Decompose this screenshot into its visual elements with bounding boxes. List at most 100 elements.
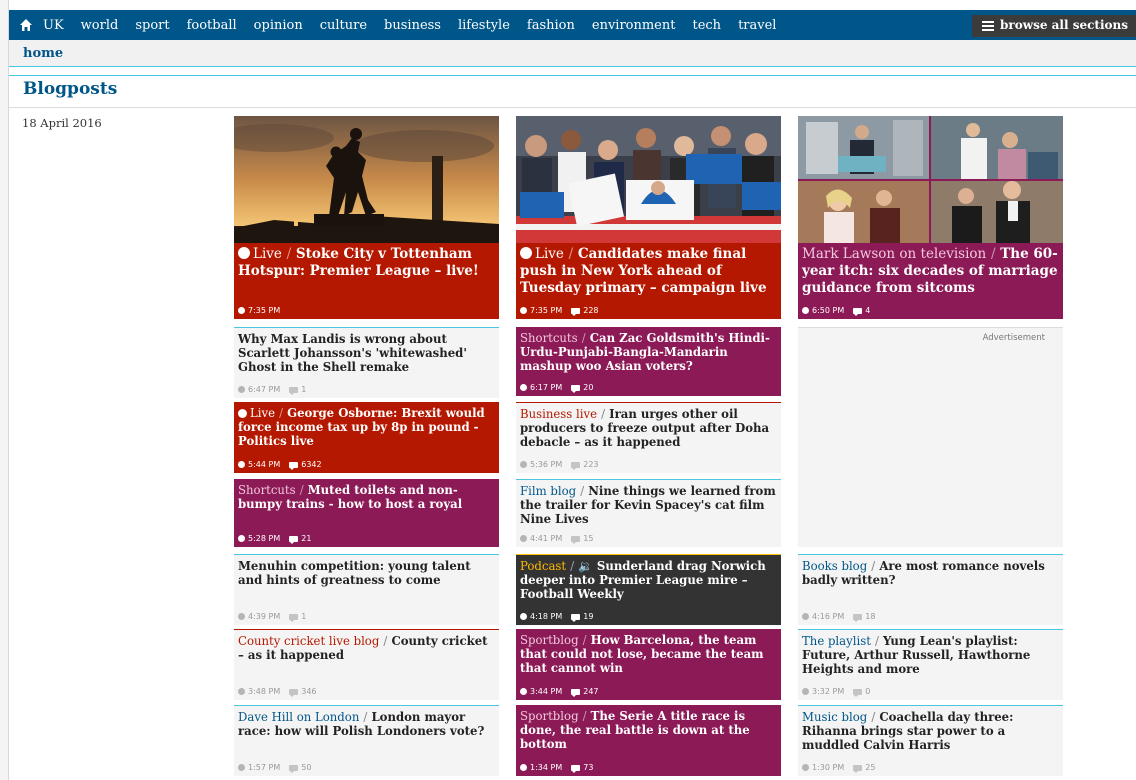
nav-item-travel[interactable]: travel — [738, 18, 776, 33]
story-time: 4:16 PM — [812, 612, 845, 621]
story-comment-count: 25 — [865, 763, 876, 772]
story-kicker: Sportblog — [520, 633, 579, 647]
story-card[interactable]: Books blog / Are most romance novels bad… — [798, 554, 1063, 625]
clock-icon — [520, 384, 527, 391]
nav-item-tech[interactable]: tech — [692, 18, 721, 33]
story-card[interactable]: Mark Lawson on television / The 60-year … — [798, 116, 1063, 319]
comment-icon — [571, 307, 581, 316]
menu-icon — [982, 21, 995, 33]
browse-all-sections-button[interactable]: browse all sections — [972, 15, 1136, 37]
story-card[interactable]: Shortcuts / Muted toilets and non-bumpy … — [234, 479, 499, 547]
story-kicker: Live — [250, 406, 276, 420]
story-headline: Shortcuts / Muted toilets and non-bumpy … — [238, 483, 463, 511]
story-meta: 6:17 PM 20 — [520, 383, 593, 393]
story-meta: 7:35 PM — [238, 306, 280, 315]
story-card[interactable]: Sportblog / How Barcelona, the team that… — [516, 629, 781, 700]
clock-icon — [238, 764, 245, 771]
story-headline: Menuhin competition: young talent and hi… — [238, 559, 471, 587]
comment-icon — [571, 688, 581, 697]
story-card[interactable]: Live / Candidates make final push in New… — [516, 116, 781, 319]
story-card[interactable]: County cricket live blog / County cricke… — [234, 629, 499, 700]
story-meta: 3:32 PM 0 — [802, 687, 871, 697]
clock-icon — [520, 535, 527, 542]
story-meta: 3:48 PM 346 — [238, 687, 317, 697]
advertisement-label: Advertisement — [982, 333, 1045, 343]
comment-icon — [289, 461, 299, 470]
comment-icon — [571, 384, 581, 393]
home-icon[interactable] — [9, 10, 43, 40]
comment-icon — [289, 764, 299, 773]
story-headline: Film blog / Nine things we learned from … — [520, 484, 776, 526]
story-card[interactable]: Why Max Landis is wrong about Scarlett J… — [234, 327, 499, 398]
story-headline: Sportblog / How Barcelona, the team that… — [520, 633, 764, 675]
story-time: 1:30 PM — [812, 763, 845, 772]
comment-icon — [853, 688, 863, 697]
comment-icon — [571, 764, 581, 773]
nav-item-business[interactable]: business — [384, 18, 441, 33]
advertisement-slot[interactable]: Advertisement — [798, 327, 1063, 547]
clock-icon — [238, 613, 245, 620]
clock-icon — [520, 688, 527, 695]
story-card[interactable]: Live / Stoke City v Tottenham Hotspur: P… — [234, 116, 499, 319]
story-kicker: Live — [253, 246, 282, 262]
story-headline: Books blog / Are most romance novels bad… — [802, 559, 1045, 587]
date-heading: 18 April 2016 — [22, 116, 102, 130]
nav-item-culture[interactable]: culture — [320, 18, 367, 33]
live-indicator-icon — [520, 247, 532, 259]
comment-icon — [571, 613, 581, 622]
story-image — [798, 116, 1063, 243]
nav-item-uk[interactable]: UK — [43, 18, 64, 33]
nav-item-lifestyle[interactable]: lifestyle — [458, 18, 510, 33]
story-card[interactable]: Menuhin competition: young talent and hi… — [234, 554, 499, 625]
story-card[interactable]: Sportblog / The Serie A title race is do… — [516, 705, 781, 776]
story-card[interactable]: Dave Hill on London / London mayor race:… — [234, 705, 499, 776]
clock-icon — [238, 386, 245, 393]
story-card[interactable]: Live / George Osborne: Brexit would forc… — [234, 402, 499, 473]
comment-icon — [571, 461, 581, 470]
nav-item-opinion[interactable]: opinion — [254, 18, 303, 33]
story-time: 7:35 PM — [530, 306, 563, 315]
clock-icon — [520, 613, 527, 620]
story-kicker: Film blog — [520, 484, 577, 498]
story-meta: 7:35 PM 228 — [520, 306, 599, 316]
story-card[interactable]: The playlist / Yung Lean's playlist: Fut… — [798, 629, 1063, 700]
story-card[interactable]: Podcast / 🔉 Sunderland drag Norwich deep… — [516, 554, 781, 625]
live-indicator-icon — [238, 247, 250, 259]
comment-icon — [853, 764, 863, 773]
story-meta: 1:30 PM 25 — [802, 763, 876, 773]
nav-item-environment[interactable]: environment — [592, 18, 676, 33]
story-headline: Podcast / 🔉 Sunderland drag Norwich deep… — [520, 559, 766, 601]
story-comment-count: 0 — [865, 687, 871, 696]
story-card[interactable]: Music blog / Coachella day three: Rihann… — [798, 705, 1063, 776]
nav-item-world[interactable]: world — [81, 18, 119, 33]
clock-icon — [520, 461, 527, 468]
comment-icon — [289, 613, 299, 622]
story-time: 4:18 PM — [530, 612, 563, 621]
nav-item-sport[interactable]: sport — [135, 18, 169, 33]
story-comment-count: 18 — [865, 612, 876, 621]
story-meta: 4:16 PM 18 — [802, 612, 876, 622]
story-meta: 1:57 PM 50 — [238, 763, 311, 773]
nav-item-football[interactable]: football — [187, 18, 237, 33]
nav-item-fashion[interactable]: fashion — [527, 18, 575, 33]
story-time: 5:36 PM — [530, 460, 563, 469]
story-card[interactable]: Shortcuts / Can Zac Goldsmith's Hindi-Ur… — [516, 327, 781, 396]
story-time: 5:44 PM — [248, 460, 281, 469]
story-meta: 5:28 PM 21 — [238, 534, 311, 544]
story-comment-count: 4 — [865, 306, 871, 315]
comment-icon — [853, 307, 863, 316]
clock-icon — [238, 461, 245, 468]
breadcrumb-home-link[interactable]: home — [23, 46, 63, 61]
story-meta: 5:36 PM 223 — [520, 460, 599, 470]
clock-icon — [802, 307, 809, 314]
story-headline: Live / Stoke City v Tottenham Hotspur: P… — [238, 246, 479, 279]
story-card[interactable]: Film blog / Nine things we learned from … — [516, 479, 781, 547]
comment-icon — [571, 535, 581, 544]
story-time: 4:41 PM — [530, 534, 563, 543]
story-kicker: Business live — [520, 407, 598, 421]
story-headline: Business live / Iran urges other oil pro… — [520, 407, 770, 449]
story-time: 4:39 PM — [248, 612, 281, 621]
story-comment-count: 228 — [583, 306, 599, 315]
story-card[interactable]: Business live / Iran urges other oil pro… — [516, 402, 781, 473]
story-kicker: Podcast — [520, 559, 567, 573]
